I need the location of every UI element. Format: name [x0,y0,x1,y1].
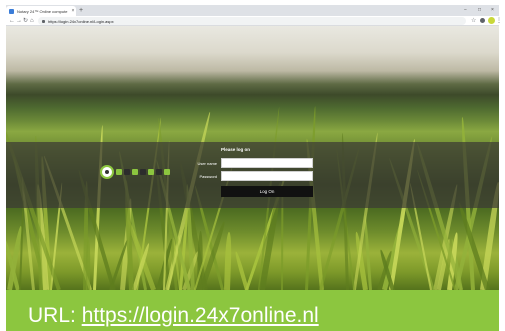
tab-close-icon[interactable]: × [70,8,76,14]
browser-tab[interactable]: Notary 24™ Online compute × [6,6,76,16]
minimize-button[interactable]: − [464,5,467,15]
password-input[interactable] [221,171,313,181]
url-caption-link[interactable]: https://login.24x7online.nl [82,304,319,327]
browser-navigation-bar: ← → ↻ ⌂ https://login.24x7online.nl/Logi… [6,16,502,26]
grass-blade [233,251,249,290]
address-bar[interactable]: https://login.24x7online.nl/Login.aspx [38,17,466,25]
username-label: User name [197,161,217,166]
login-page-background: Please log on User name Password Log On [6,26,499,290]
close-window-button[interactable]: × [491,5,494,15]
tab-title: Notary 24™ Online compute [17,8,68,14]
url-caption-prefix: URL: [28,304,82,327]
profile-avatar-icon[interactable] [488,17,495,24]
address-bar-url[interactable]: https://login.24x7online.nl/Login.aspx [48,19,114,24]
password-label: Password [199,174,217,179]
new-tab-button[interactable]: + [79,6,83,15]
url-caption: URL: https://login.24x7online.nl [28,304,319,328]
logo-ring-icon [100,165,114,179]
logo-bar-icon [116,169,172,175]
menu-kebab-icon[interactable]: ⋮ [496,17,502,25]
reload-icon[interactable]: ↻ [23,17,28,25]
extension-icon[interactable] [480,18,485,23]
browser-tab-strip: Notary 24™ Online compute × + − □ × [6,5,499,16]
grass-blade [223,231,232,290]
back-arrow-icon[interactable]: ← [9,17,15,25]
screenshot-frame: Notary 24™ Online compute × + − □ × ← → … [0,0,505,331]
maximize-button[interactable]: □ [478,5,481,15]
log-on-button[interactable]: Log On [221,186,313,197]
forward-arrow-icon[interactable]: → [16,17,22,25]
site-favicon-icon [9,8,14,14]
home-icon[interactable]: ⌂ [30,17,34,25]
login-overlay-band: Please log on User name Password Log On [6,142,499,208]
login-title: Please log on [221,147,251,152]
url-caption-bar: URL: https://login.24x7online.nl [6,290,499,331]
lock-icon [42,19,45,23]
bookmark-star-icon[interactable]: ☆ [471,17,476,25]
company-logo [100,165,172,179]
username-input[interactable] [221,158,313,168]
